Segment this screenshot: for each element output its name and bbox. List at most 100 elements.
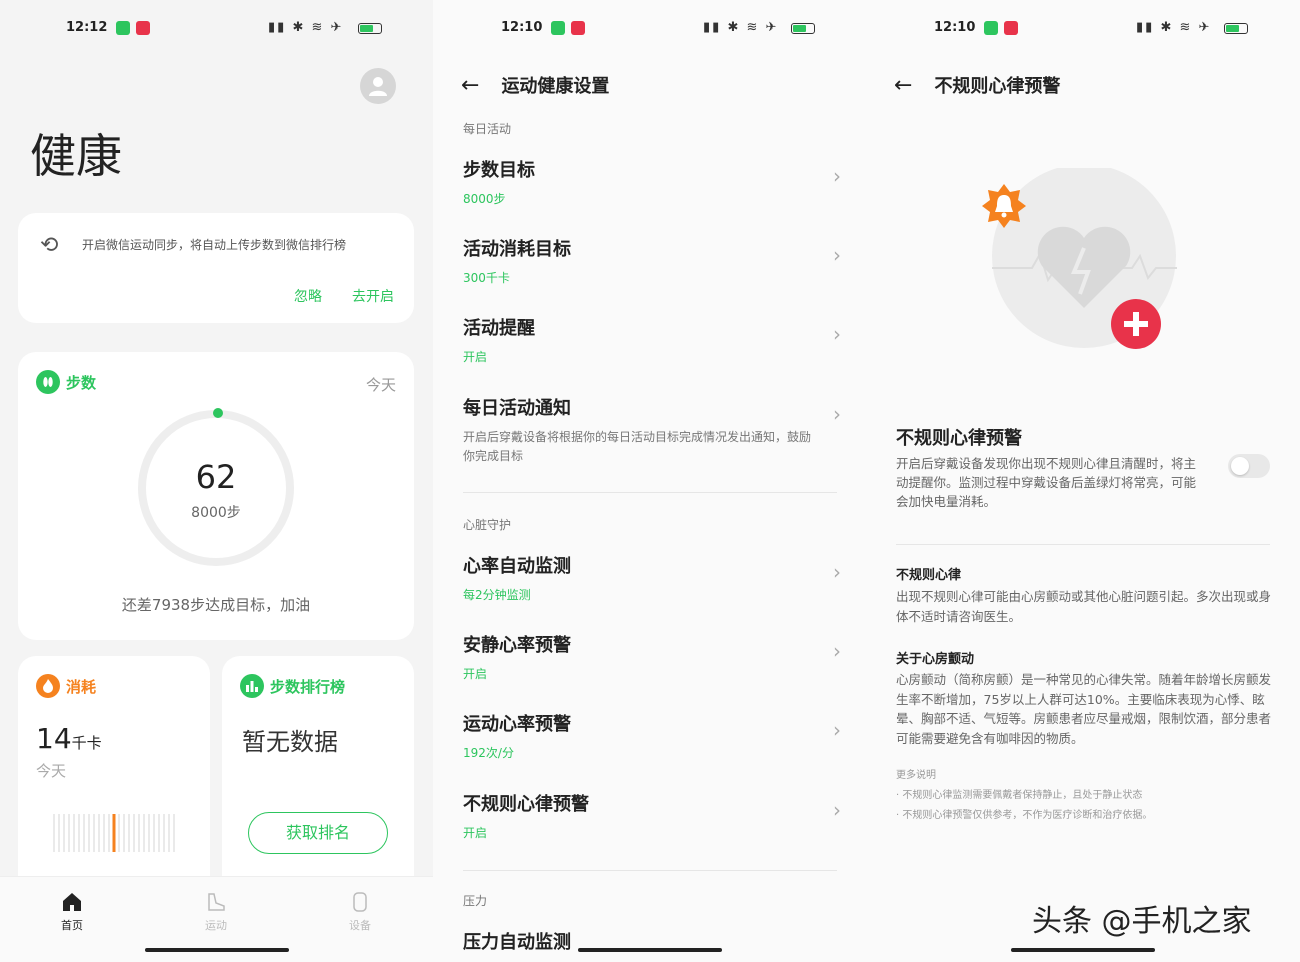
- setting-description: 开启后穿戴设备发现你出现不规则心律且清醒时，将主动提醒你。监测过程中穿戴设备后盖…: [896, 456, 1197, 509]
- tab-exercise[interactable]: 运动: [186, 891, 246, 933]
- setting-activity-reminder[interactable]: 活动提醒 开启 ›: [463, 314, 841, 365]
- ranking-card-header: 步数排行榜: [240, 674, 345, 698]
- afib-heading: 关于心房颤动: [896, 652, 975, 667]
- steps-card[interactable]: 步数 今天 62 8000步 还差7938步达成目标，加油: [18, 352, 414, 640]
- step-ranking-card[interactable]: 步数排行榜 暂无数据 获取排名: [222, 656, 414, 896]
- setting-calorie-goal[interactable]: 活动消耗目标 300千卡 ›: [463, 235, 841, 286]
- ranking-empty-text: 暂无数据: [242, 728, 338, 756]
- row-description: 开启后穿戴设备将根据你的每日活动目标完成情况发出通知，鼓励你完成目标: [463, 430, 812, 463]
- tab-devices[interactable]: 设备: [330, 891, 390, 933]
- tab-home[interactable]: 首页: [42, 891, 102, 933]
- steps-label: 步数: [66, 373, 97, 392]
- row-title: 不规则心律预警: [463, 794, 589, 815]
- calories-card[interactable]: 消耗 14千卡 今天: [18, 656, 210, 896]
- toggle-knob: [1231, 457, 1249, 475]
- section-stress: 压力: [463, 894, 488, 908]
- status-time: 12:10: [934, 20, 976, 35]
- calories-date: 今天: [36, 762, 67, 780]
- setting-resting-hr-alert[interactable]: 安静心率预警 开启 ›: [463, 631, 841, 682]
- row-value: 开启: [463, 826, 488, 840]
- status-time: 12:10: [501, 20, 543, 35]
- signal-wifi-airplane-icon: ▮▮ ✱ ≋ ✈: [703, 20, 779, 35]
- more-info-item: · 不规则心律预警仅供参考，不作为医疗诊断和治疗依据。: [896, 810, 1153, 821]
- more-info-item: · 不规则心律监测需要佩戴者保持静止，且处于静止状态: [896, 790, 1143, 801]
- home-indicator[interactable]: [145, 948, 289, 952]
- calories-unit: 千卡: [71, 734, 102, 752]
- chevron-right-icon: ›: [833, 402, 841, 426]
- tab-home-label: 首页: [61, 919, 83, 932]
- back-arrow-icon[interactable]: ←: [461, 73, 479, 98]
- home-indicator[interactable]: [578, 948, 722, 952]
- status-bar: 12:10 ▮▮ ✱ ≋ ✈: [433, 18, 866, 40]
- irregular-rhythm-text: 出现不规则心律可能由心房颤动或其他心脏问题引起。多次出现或身体不适时请咨询医生。: [896, 589, 1272, 624]
- watermark: 头条 @手机之家: [1032, 904, 1252, 939]
- shoe-icon: [186, 891, 246, 917]
- back-arrow-icon[interactable]: ←: [894, 73, 912, 98]
- section-daily-activity: 每日活动: [463, 122, 512, 136]
- setting-irregular-rhythm-alert[interactable]: 不规则心律预警 开启 ›: [463, 790, 841, 841]
- steps-progress-dot: [213, 408, 223, 418]
- setting-hr-monitoring[interactable]: 心率自动监测 每2分钟监测 ›: [463, 552, 841, 603]
- status-bar: 12:12 ▮▮ ✱ ≋ ✈: [0, 18, 433, 40]
- page-title: 运动健康设置: [501, 76, 610, 97]
- get-ranking-button[interactable]: 获取排名: [248, 812, 388, 854]
- chevron-right-icon: ›: [833, 322, 841, 346]
- avatar[interactable]: [360, 68, 396, 104]
- row-title: 活动提醒: [463, 318, 535, 339]
- row-value: 8000步: [463, 192, 506, 206]
- ignore-button[interactable]: 忽略: [294, 286, 322, 306]
- ranking-label: 步数排行榜: [270, 677, 346, 696]
- irregular-rhythm-heading: 不规则心律: [896, 568, 962, 583]
- sync-icon: ⟲: [40, 233, 59, 258]
- irregular-rhythm-toggle[interactable]: [1228, 454, 1270, 478]
- watch-icon: [330, 891, 390, 917]
- steps-remaining-text: 还差7938步达成目标，加油: [121, 596, 311, 614]
- chevron-right-icon: ›: [833, 798, 841, 822]
- row-title: 步数目标: [463, 160, 535, 181]
- row-title: 安静心率预警: [463, 635, 571, 656]
- calories-card-header: 消耗: [36, 674, 96, 698]
- setting-exercise-hr-alert[interactable]: 运动心率预警 192次/分 ›: [463, 710, 841, 761]
- heart-alert-illustration: [982, 168, 1177, 349]
- setting-daily-notification[interactable]: 每日活动通知 开启后穿戴设备将根据你的每日活动目标完成情况发出通知，鼓励你完成目…: [463, 394, 841, 466]
- row-value: 开启: [463, 350, 488, 364]
- header: ← 不规则心律预警: [894, 72, 1060, 98]
- tab-exercise-label: 运动: [205, 919, 227, 932]
- notification-indicator-icon: [136, 21, 150, 35]
- row-value: 300千卡: [463, 271, 510, 285]
- notification-indicator-icon: [116, 21, 130, 35]
- notification-indicator-icon: [984, 21, 998, 35]
- health-settings-screen: 12:10 ▮▮ ✱ ≋ ✈ ← 运动健康设置 每日活动 步数目标 8000步 …: [433, 0, 866, 962]
- notification-indicator-icon: [551, 21, 565, 35]
- page-title: 不规则心律预警: [934, 76, 1061, 97]
- home-indicator[interactable]: [1011, 948, 1155, 952]
- section-heart: 心脏守护: [463, 518, 512, 532]
- setting-step-goal[interactable]: 步数目标 8000步 ›: [463, 156, 841, 207]
- row-value: 开启: [463, 667, 488, 681]
- enable-sync-button[interactable]: 去开启: [352, 286, 394, 306]
- row-title: 心率自动监测: [463, 556, 571, 577]
- divider: [463, 492, 837, 493]
- home-icon: [42, 891, 102, 917]
- row-title: 每日活动通知: [463, 398, 571, 419]
- chevron-right-icon: ›: [833, 639, 841, 663]
- battery-icon: [791, 23, 815, 34]
- chevron-right-icon: ›: [833, 164, 841, 188]
- plus-badge-icon: [1111, 299, 1161, 349]
- status-time: 12:12: [66, 20, 108, 35]
- calories-hourly-chart: [53, 814, 175, 852]
- irregular-rhythm-screen: 12:10 ▮▮ ✱ ≋ ✈ ← 不规则心律预警 不规则心律预警 开启后穿戴设备…: [866, 0, 1300, 962]
- more-info-label: 更多说明: [896, 770, 936, 781]
- steps-count: 62: [195, 458, 237, 496]
- page-title: 健康: [30, 129, 122, 183]
- divider: [896, 544, 1270, 545]
- calories-number: 14: [36, 722, 72, 755]
- sync-message: 开启微信运动同步，将自动上传步数到微信排行榜: [82, 238, 347, 252]
- steps-card-header: 步数: [36, 370, 96, 394]
- row-title: 运动心率预警: [463, 714, 571, 735]
- setting-title: 不规则心律预警: [896, 428, 1022, 449]
- row-title: 活动消耗目标: [463, 239, 571, 260]
- ranking-icon: [240, 674, 264, 698]
- footprint-icon: [36, 370, 60, 394]
- row-value: 192次/分: [463, 746, 514, 760]
